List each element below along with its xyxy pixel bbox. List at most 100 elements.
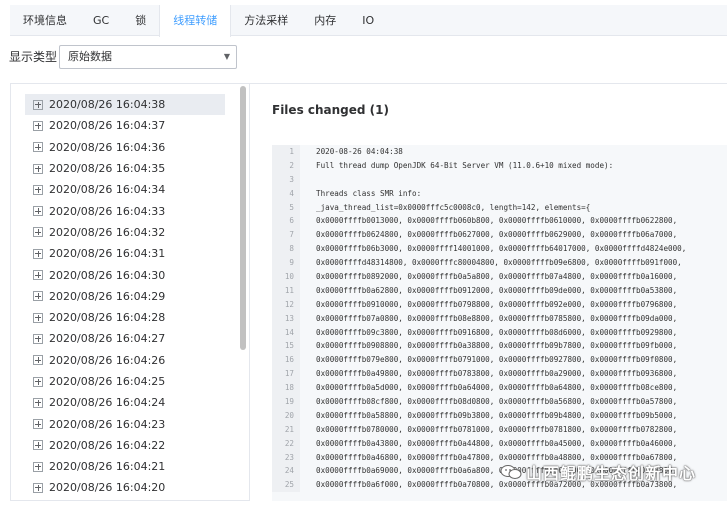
snapshot-item[interactable]: 2020/08/26 16:04:33 [25,200,225,221]
code-line: 18 0x0000ffffb0a5d000, 0x0000ffffb0a64000… [272,381,727,396]
code-text: 0x0000ffffb0892000, 0x0000ffffb0a5a800, … [316,272,678,282]
code-text: 0x0000ffffb0a49800, 0x0000ffffb0783800, … [316,369,678,379]
snapshot-timestamp: 2020/08/26 16:04:29 [49,289,166,303]
code-text: 0x0000ffffb0a43800, 0x0000ffffb0a44800, … [316,438,678,448]
code-line: 6 0x0000ffffb0013000, 0x0000ffffb060b800,… [272,214,727,229]
snapshot-item[interactable]: 2020/08/26 16:04:22 [25,435,225,456]
tab-memory[interactable]: 内存 [301,5,349,36]
snapshot-timestamp: 2020/08/26 16:04:35 [49,162,166,176]
code-line: 9 0x0000ffffd48314800, 0x0000fffc80004800… [272,256,727,271]
code-text: _java_thread_list=0x0000fffc5c0008c0, le… [316,202,591,212]
code-text: Threads class SMR info: [316,188,422,198]
snapshot-timestamp: 2020/08/26 16:04:30 [49,268,166,282]
expand-plus-icon[interactable] [33,206,43,217]
code-text: 0x0000ffffb0624800, 0x0000ffffb0627000, … [316,230,678,240]
tab-thread-dump[interactable]: 线程转储 [159,5,232,37]
expand-plus-icon[interactable] [33,312,43,323]
snapshot-item[interactable]: 2020/08/26 16:04:25 [25,371,225,392]
snapshot-item[interactable]: 2020/08/26 16:04:34 [25,179,225,200]
snapshot-timestamp: 2020/08/26 16:04:24 [49,396,166,410]
line-number: 14 [272,325,300,340]
line-number: 12 [272,297,300,312]
display-type-value: 原始数据 [68,50,112,63]
code-text: 0x0000ffffb0013000, 0x0000ffffb060b800, … [316,216,678,226]
expand-plus-icon[interactable] [33,333,43,344]
line-number: 6 [272,214,300,229]
tab-lock[interactable]: 锁 [122,5,159,36]
snapshot-item[interactable]: 2020/08/26 16:04:28 [25,307,225,328]
expand-plus-icon[interactable] [33,291,43,302]
expand-plus-icon[interactable] [33,376,43,387]
line-number: 21 [272,422,300,437]
snapshot-tree: 2020/08/26 16:04:38 2020/08/26 16:04:37 20… [25,94,225,499]
code-text: 0x0000ffffb06b3000, 0x0000ffff14001000, … [316,244,687,254]
code-text: 0x0000ffffb0780000, 0x0000ffffb0781000, … [316,424,678,434]
snapshot-item[interactable]: 2020/08/26 16:04:26 [25,350,225,371]
snapshot-item[interactable]: 2020/08/26 16:04:35 [25,158,225,179]
code-line: 14 0x0000ffffb09c3800, 0x0000ffffb0916800… [272,325,727,340]
snapshot-item[interactable]: 2020/08/26 16:04:20 [25,477,225,498]
expand-plus-icon[interactable] [33,461,43,472]
snapshot-item[interactable]: 2020/08/26 16:04:30 [25,264,225,285]
expand-plus-icon[interactable] [33,227,43,238]
code-line: 11 0x0000ffffb0a62800, 0x0000ffffb0912000… [272,283,727,298]
snapshot-item[interactable]: 2020/08/26 16:04:36 [25,137,225,158]
files-changed-title: Files changed (1) [272,103,389,117]
line-number: 15 [272,339,300,354]
line-number: 1 [272,145,300,159]
snapshot-timestamp: 2020/08/26 16:04:38 [49,98,166,112]
snapshot-item[interactable]: 2020/08/26 16:04:31 [25,243,225,264]
expand-plus-icon[interactable] [33,163,43,174]
snapshot-item[interactable]: 2020/08/26 16:04:24 [25,392,225,413]
snapshot-item[interactable]: 2020/08/26 16:04:21 [25,456,225,477]
thread-dump-code: 1 2020-08-26 04:04:38 2 Full thread dump Op… [272,145,727,501]
expand-plus-icon[interactable] [33,184,43,195]
snapshot-item[interactable]: 2020/08/26 16:04:27 [25,328,225,349]
expand-plus-icon[interactable] [33,355,43,366]
expand-plus-icon[interactable] [33,120,43,131]
code-line: 10 0x0000ffffb0892000, 0x0000ffffb0a5a800… [272,270,727,284]
code-text: 0x0000ffffb0a62800, 0x0000ffffb0912000, … [316,285,678,295]
line-number: 16 [272,353,300,368]
line-number: 23 [272,450,300,465]
code-text: 0x0000ffffb09c3800, 0x0000ffffb0916800, … [316,327,678,337]
line-number: 10 [272,270,300,284]
tab-gc[interactable]: GC [80,5,122,36]
code-text: 0x0000ffffb0910000, 0x0000ffffb0798800, … [316,299,678,309]
expand-plus-icon[interactable] [33,142,43,153]
line-number: 25 [272,478,300,493]
snapshot-item[interactable]: 2020/08/26 16:04:37 [25,115,225,136]
line-number: 4 [272,186,300,201]
expand-plus-icon[interactable] [33,99,43,110]
snapshot-item[interactable]: 2020/08/26 16:04:32 [25,222,225,243]
expand-plus-icon[interactable] [33,482,43,493]
snapshot-timestamp: 2020/08/26 16:04:22 [49,438,166,452]
expand-plus-icon[interactable] [33,419,43,430]
line-number: 22 [272,436,300,451]
code-line: 12 0x0000ffffb0910000, 0x0000ffffb0798800… [272,297,727,312]
code-line: 22 0x0000ffffb0a43800, 0x0000ffffb0a44800… [272,436,727,451]
code-text: 0x0000ffffb0a5d000, 0x0000ffffb0a64000, … [316,383,678,393]
tab-environment-info[interactable]: 环境信息 [10,5,80,36]
vertical-scrollbar[interactable] [240,86,246,350]
code-text: 0x0000ffffd48314800, 0x0000fffc80004800,… [316,258,682,268]
code-line: 16 0x0000ffffb079e800, 0x0000ffffb0791000… [272,353,727,368]
snapshot-item[interactable]: 2020/08/26 16:04:23 [25,413,225,434]
tab-method-sampling[interactable]: 方法采样 [231,5,301,36]
snapshot-item[interactable]: 2020/08/26 16:04:29 [25,286,225,307]
expand-plus-icon[interactable] [33,397,43,408]
line-number: 17 [272,367,300,382]
line-number: 20 [272,408,300,423]
expand-plus-icon[interactable] [33,270,43,281]
code-line: 2 Full thread dump OpenJDK 64-Bit Server … [272,158,727,173]
expand-plus-icon[interactable] [33,248,43,259]
expand-plus-icon[interactable] [33,440,43,451]
code-text: 0x0000ffffb079e800, 0x0000ffffb0791000, … [316,355,678,365]
tab-io[interactable]: IO [349,5,387,36]
display-type-select[interactable]: 原始数据 ▼ [59,45,237,69]
snapshot-timestamp: 2020/08/26 16:04:31 [49,247,166,261]
code-line: 19 0x0000ffffb08cf800, 0x0000ffffb08d0800… [272,395,727,409]
snapshot-item[interactable]: 2020/08/26 16:04:38 [25,94,225,116]
line-number: 5 [272,200,300,215]
